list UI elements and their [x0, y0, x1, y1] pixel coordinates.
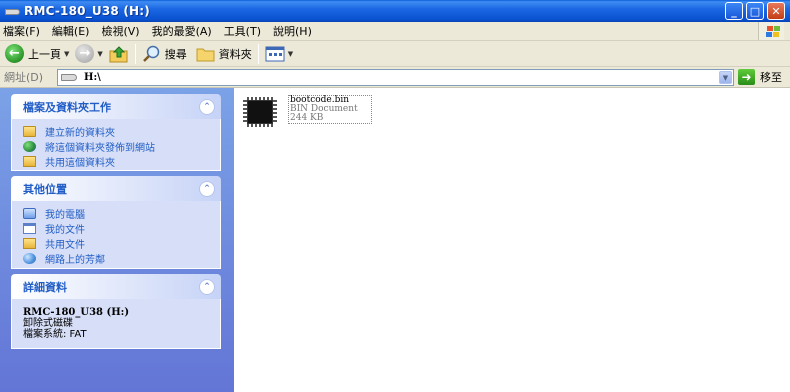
task-pane: 檔案及資料夾工作 ⌃ 建立新的資料夾 將這個資料夾發佈到網站 共用這個資料夾 其… — [0, 88, 234, 392]
windows-logo-icon — [758, 22, 784, 40]
menu-edit[interactable]: 編輯(E) — [46, 23, 96, 39]
views-button[interactable]: ▼ — [262, 42, 296, 66]
menu-bar: 檔案(F) 編輯(E) 檢視(V) 我的最愛(A) 工具(T) 說明(H) — [0, 22, 790, 41]
menu-view[interactable]: 檢視(V) — [95, 23, 145, 39]
address-value: H:\ — [84, 72, 101, 83]
file-tasks-title: 檔案及資料夾工作 — [23, 100, 111, 114]
my-documents-icon — [23, 223, 36, 234]
toolbar-separator — [257, 43, 259, 64]
chip-file-icon — [243, 97, 277, 127]
details-drive-name: RMC-180_U38 (H:) — [23, 307, 130, 318]
task-label: 建立新的資料夾 — [45, 128, 115, 139]
other-places-header[interactable]: 其他位置 ⌃ — [11, 176, 221, 201]
menu-tools[interactable]: 工具(T) — [218, 23, 267, 39]
search-button[interactable]: 搜尋 — [139, 42, 190, 66]
chevron-down-icon[interactable]: ▼ — [97, 50, 102, 58]
back-label: 上一頁 — [28, 47, 61, 61]
place-my-documents[interactable]: 我的文件 — [23, 221, 210, 236]
up-folder-button[interactable] — [106, 42, 132, 66]
folders-icon — [196, 48, 215, 61]
file-item[interactable]: bootcode.bin BIN Document 244 KB — [241, 94, 381, 130]
minimize-button[interactable]: _ — [725, 2, 743, 20]
details-filesystem: 檔案系統: FAT — [23, 329, 87, 340]
collapse-icon[interactable]: ⌃ — [199, 98, 215, 115]
file-tasks-panel: 檔案及資料夾工作 ⌃ 建立新的資料夾 將這個資料夾發佈到網站 共用這個資料夾 — [11, 94, 221, 171]
shared-documents-icon — [23, 238, 36, 249]
close-button[interactable]: ✕ — [767, 2, 785, 20]
collapse-icon[interactable]: ⌃ — [199, 180, 215, 197]
share-folder-icon — [23, 156, 36, 167]
chevron-down-icon[interactable]: ▼ — [288, 50, 293, 58]
details-panel: 詳細資料 ⌃ RMC-180_U38 (H:) 卸除式磁碟 檔案系統: FAT — [11, 274, 221, 349]
menu-file[interactable]: 檔案(F) — [0, 23, 46, 39]
address-label: 網址(D) — [4, 71, 44, 84]
task-share-folder[interactable]: 共用這個資料夾 — [23, 154, 210, 169]
task-label: 將這個資料夾發佈到網站 — [45, 143, 155, 154]
details-header[interactable]: 詳細資料 ⌃ — [11, 274, 221, 299]
task-new-folder[interactable]: 建立新的資料夾 — [23, 124, 210, 139]
title-bar[interactable]: RMC-180_U38 (H:) _ □ ✕ — [0, 0, 790, 22]
task-label: 共用這個資料夾 — [45, 158, 115, 169]
file-size: 244 KB — [290, 113, 324, 123]
place-network[interactable]: 網路上的芳鄰 — [23, 251, 210, 266]
menu-favorites[interactable]: 我的最愛(A) — [146, 23, 218, 39]
address-bar: 網址(D) H:\ ▼ ➜ 移至 — [0, 67, 790, 88]
details-title: 詳細資料 — [23, 280, 67, 294]
task-publish-web[interactable]: 將這個資料夾發佈到網站 — [23, 139, 210, 154]
forward-button[interactable]: → ▼ — [72, 42, 105, 66]
place-label: 我的文件 — [45, 225, 85, 236]
go-label: 移至 — [760, 71, 782, 84]
other-places-title: 其他位置 — [23, 182, 67, 196]
place-label: 共用文件 — [45, 240, 85, 251]
up-folder-icon — [109, 45, 128, 62]
search-icon — [142, 45, 160, 62]
menu-help[interactable]: 說明(H) — [267, 23, 318, 39]
back-button[interactable]: ← 上一頁 ▼ — [2, 42, 72, 66]
address-field[interactable]: H:\ ▼ — [57, 69, 734, 86]
go-arrow-icon: ➜ — [738, 69, 755, 85]
details-drive-type: 卸除式磁碟 — [23, 318, 73, 329]
new-folder-icon — [23, 126, 36, 137]
folders-label: 資料夾 — [218, 47, 252, 61]
file-tasks-header[interactable]: 檔案及資料夾工作 ⌃ — [11, 94, 221, 119]
window-title: RMC-180_U38 (H:) — [24, 4, 150, 18]
my-computer-icon — [23, 208, 36, 219]
search-label: 搜尋 — [164, 47, 187, 61]
publish-web-icon — [23, 141, 36, 152]
chevron-down-icon[interactable]: ▼ — [64, 50, 69, 58]
place-shared-documents[interactable]: 共用文件 — [23, 236, 210, 251]
toolbar: ← 上一頁 ▼ → ▼ 搜尋 資料夾 ▼ — [0, 41, 790, 67]
file-label: bootcode.bin BIN Document 244 KB — [288, 95, 372, 124]
maximize-button[interactable]: □ — [746, 2, 764, 20]
place-my-computer[interactable]: 我的電腦 — [23, 206, 210, 221]
folders-button[interactable]: 資料夾 — [193, 42, 255, 66]
back-icon: ← — [5, 44, 24, 63]
go-button[interactable]: ➜ 移至 — [738, 69, 782, 85]
drive-icon — [5, 7, 20, 16]
place-label: 我的電腦 — [45, 210, 85, 221]
collapse-icon[interactable]: ⌃ — [199, 278, 215, 295]
network-places-icon — [23, 253, 36, 264]
toolbar-separator — [134, 43, 136, 64]
chevron-down-icon[interactable]: ▼ — [719, 71, 732, 84]
views-icon — [265, 46, 285, 61]
other-places-panel: 其他位置 ⌃ 我的電腦 我的文件 共用文件 網路上的芳鄰 — [11, 176, 221, 269]
place-label: 網路上的芳鄰 — [45, 255, 105, 266]
forward-icon: → — [75, 44, 95, 63]
drive-icon — [61, 74, 77, 81]
